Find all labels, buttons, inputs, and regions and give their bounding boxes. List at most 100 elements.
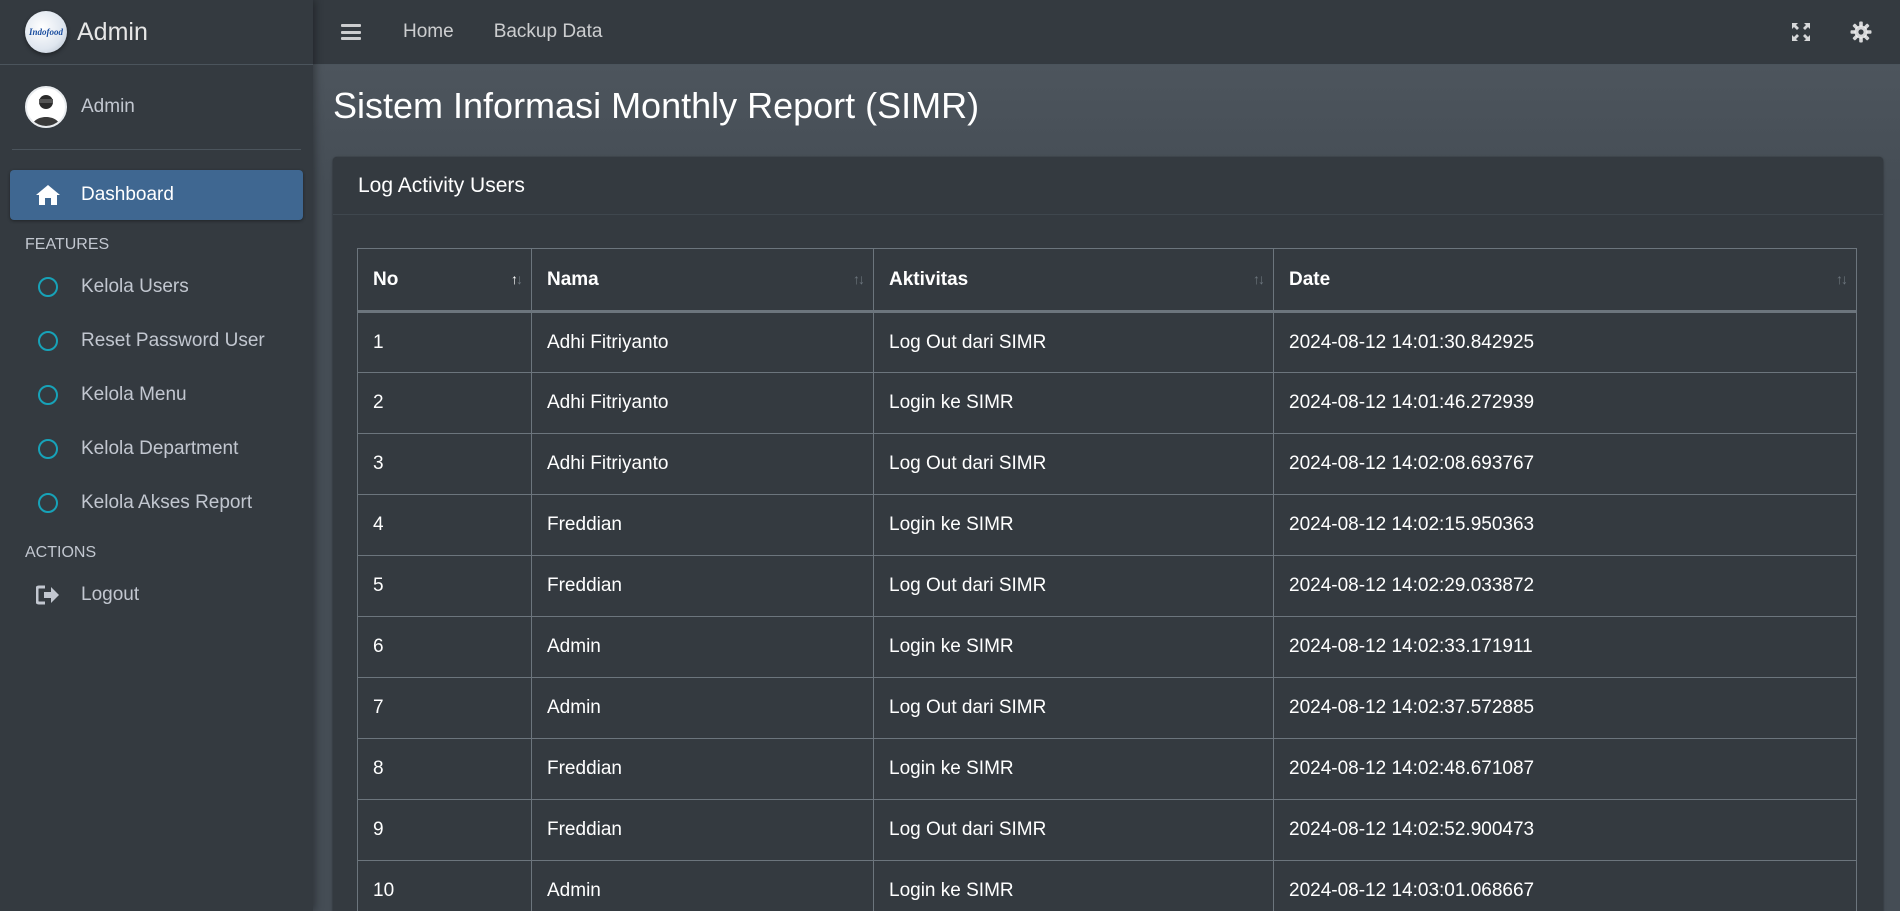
cell-aktivitas: Login ke SIMR	[873, 372, 1274, 434]
page-title: Sistem Informasi Monthly Report (SIMR)	[333, 85, 980, 126]
cell-aktivitas: Log Out dari SIMR	[873, 433, 1274, 495]
cell-nama: Freddian	[531, 494, 874, 556]
cell-nama: Admin	[531, 616, 874, 678]
sort-icon: ↑↓	[853, 271, 865, 287]
cell-nama: Admin	[531, 860, 874, 911]
circle-icon	[35, 436, 61, 462]
circle-icon	[35, 490, 61, 516]
cell-no: 2	[357, 372, 532, 434]
sort-icon: ↑↓	[1253, 271, 1265, 287]
table-row: 6 Admin Login ke SIMR 2024-08-12 14:02:3…	[357, 616, 1857, 678]
sort-asc-icon: ↑↓	[511, 271, 523, 287]
cell-nama: Adhi Fitriyanto	[531, 433, 874, 495]
sidebar-item-kelola-menu[interactable]: Kelola Menu	[10, 370, 303, 420]
table-row: 1 Adhi Fitriyanto Log Out dari SIMR 2024…	[357, 311, 1857, 373]
table-row: 3 Adhi Fitriyanto Log Out dari SIMR 2024…	[357, 433, 1857, 495]
cell-nama: Adhi Fitriyanto	[531, 311, 874, 373]
sign-out-icon	[35, 582, 61, 608]
cell-no: 4	[357, 494, 532, 556]
cell-no: 8	[357, 738, 532, 800]
features-header: FEATURES	[25, 236, 110, 253]
actions-header: ACTIONS	[25, 544, 97, 561]
cell-date: 2024-08-12 14:02:15.950363	[1273, 494, 1857, 556]
gear-icon[interactable]	[1850, 21, 1872, 43]
cell-no: 6	[357, 616, 532, 678]
table-row: 9 Freddian Log Out dari SIMR 2024-08-12 …	[357, 799, 1857, 861]
cell-date: 2024-08-12 14:02:48.671087	[1273, 738, 1857, 800]
circle-icon	[35, 382, 61, 408]
cell-date: 2024-08-12 14:02:52.900473	[1273, 799, 1857, 861]
sidebar-item-label: Kelola Akses Report	[81, 492, 253, 513]
sidebar-item-kelola-users[interactable]: Kelola Users	[10, 262, 303, 312]
sidebar-item-reset-password[interactable]: Reset Password User	[10, 316, 303, 366]
brand-link[interactable]: Indofood Admin	[0, 0, 313, 65]
cell-no: 9	[357, 799, 532, 861]
top-right-controls	[1790, 21, 1872, 43]
hamburger-icon[interactable]	[341, 24, 361, 40]
cell-date: 2024-08-12 14:02:29.033872	[1273, 555, 1857, 617]
cell-date: 2024-08-12 14:03:01.068667	[1273, 860, 1857, 911]
expand-icon[interactable]	[1790, 21, 1812, 43]
cell-date: 2024-08-12 14:01:46.272939	[1273, 372, 1857, 434]
avatar[interactable]	[25, 86, 67, 128]
table-row: 5 Freddian Log Out dari SIMR 2024-08-12 …	[357, 555, 1857, 617]
user-name[interactable]: Admin	[81, 96, 135, 118]
sidebar-item-label: Kelola Users	[81, 276, 189, 297]
home-icon	[35, 182, 61, 208]
cell-date: 2024-08-12 14:01:30.842925	[1273, 311, 1857, 373]
circle-icon	[35, 274, 61, 300]
table-row: 10 Admin Login ke SIMR 2024-08-12 14:03:…	[357, 860, 1857, 911]
sidebar-item-label: Reset Password User	[81, 330, 265, 351]
sidebar-item-kelola-akses-report[interactable]: Kelola Akses Report	[10, 478, 303, 528]
nav-link-backup-data[interactable]: Backup Data	[494, 21, 603, 43]
log-activity-table: No ↑↓ Nama ↑↓ Aktivitas ↑↓ Date ↑↓ 1 Adh…	[357, 248, 1857, 911]
table-header-row: No ↑↓ Nama ↑↓ Aktivitas ↑↓ Date ↑↓	[357, 248, 1857, 313]
cell-no: 3	[357, 433, 532, 495]
sidebar: Indofood Admin Admin Dashboard FEATURES …	[0, 0, 313, 911]
sidebar-item-dashboard[interactable]: Dashboard	[10, 170, 303, 220]
sidebar-item-label: Logout	[81, 584, 140, 605]
cell-aktivitas: Login ke SIMR	[873, 860, 1274, 911]
sidebar-nav: Dashboard FEATURES Kelola Users Reset Pa…	[0, 150, 313, 620]
cell-aktivitas: Login ke SIMR	[873, 738, 1274, 800]
cell-date: 2024-08-12 14:02:33.171911	[1273, 616, 1857, 678]
top-navbar: Home Backup Data	[313, 0, 1900, 65]
cell-date: 2024-08-12 14:02:08.693767	[1273, 433, 1857, 495]
sidebar-item-logout[interactable]: Logout	[10, 570, 303, 620]
sort-icon: ↑↓	[1836, 271, 1848, 287]
cell-aktivitas: Log Out dari SIMR	[873, 555, 1274, 617]
table-row: 8 Freddian Login ke SIMR 2024-08-12 14:0…	[357, 738, 1857, 800]
log-activity-card: Log Activity Users No ↑↓ Nama ↑↓ Aktivit…	[333, 157, 1883, 911]
circle-icon	[35, 328, 61, 354]
brand-logo: Indofood	[25, 11, 67, 53]
user-panel: Admin	[12, 65, 301, 150]
cell-no: 1	[357, 311, 532, 373]
nav-link-home[interactable]: Home	[403, 21, 454, 43]
cell-nama: Admin	[531, 677, 874, 739]
cell-nama: Freddian	[531, 738, 874, 800]
cell-aktivitas: Log Out dari SIMR	[873, 677, 1274, 739]
column-header-aktivitas[interactable]: Aktivitas ↑↓	[873, 248, 1274, 313]
card-title: Log Activity Users	[333, 157, 1883, 215]
brand-text: Admin	[77, 17, 148, 46]
column-header-no[interactable]: No ↑↓	[357, 248, 532, 313]
cell-no: 10	[357, 860, 532, 911]
table-row: 2 Adhi Fitriyanto Login ke SIMR 2024-08-…	[357, 372, 1857, 434]
sidebar-item-kelola-department[interactable]: Kelola Department	[10, 424, 303, 474]
cell-nama: Adhi Fitriyanto	[531, 372, 874, 434]
cell-nama: Freddian	[531, 555, 874, 617]
content-wrapper: Sistem Informasi Monthly Report (SIMR) L…	[313, 65, 1900, 911]
column-header-date[interactable]: Date ↑↓	[1273, 248, 1857, 313]
cell-aktivitas: Log Out dari SIMR	[873, 799, 1274, 861]
cell-no: 5	[357, 555, 532, 617]
sidebar-item-label: Kelola Menu	[81, 384, 187, 405]
cell-aktivitas: Log Out dari SIMR	[873, 311, 1274, 373]
table-row: 4 Freddian Login ke SIMR 2024-08-12 14:0…	[357, 494, 1857, 556]
cell-date: 2024-08-12 14:02:37.572885	[1273, 677, 1857, 739]
sidebar-item-label: Dashboard	[81, 184, 174, 205]
sidebar-item-label: Kelola Department	[81, 438, 239, 459]
cell-aktivitas: Login ke SIMR	[873, 616, 1274, 678]
cell-no: 7	[357, 677, 532, 739]
column-header-nama[interactable]: Nama ↑↓	[531, 248, 874, 313]
cell-nama: Freddian	[531, 799, 874, 861]
